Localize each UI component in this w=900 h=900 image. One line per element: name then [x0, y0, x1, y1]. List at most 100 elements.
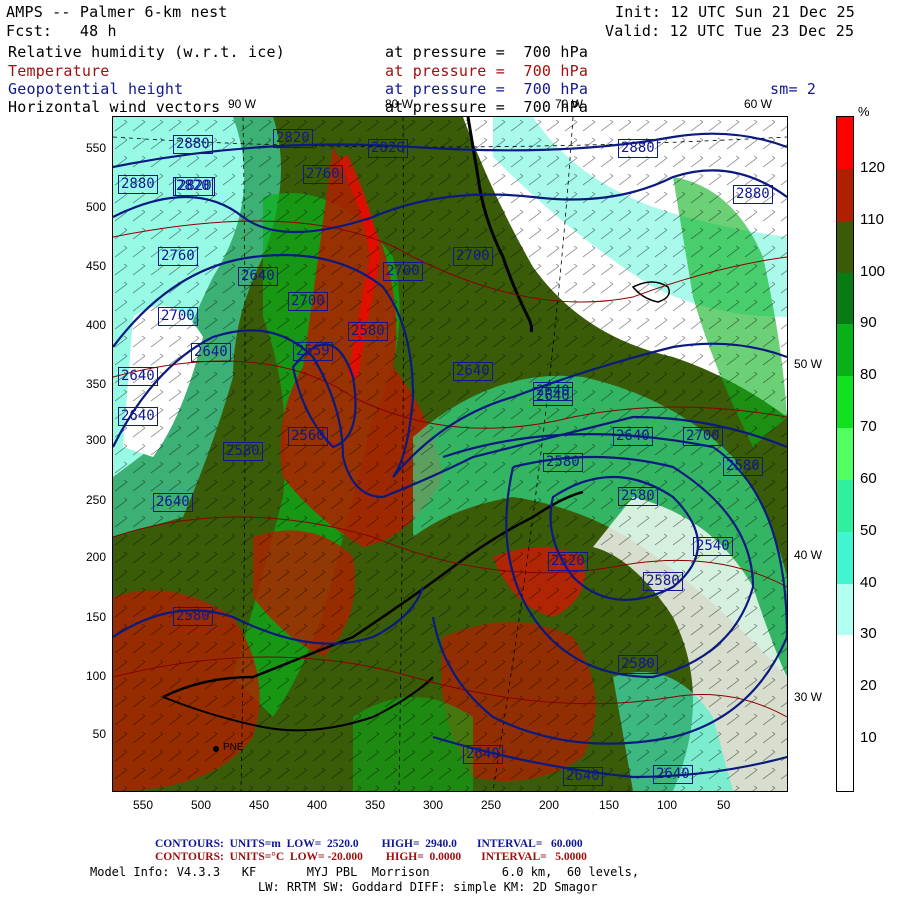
- footer-low: LOW= -20.000: [289, 851, 363, 863]
- footer-physics: LW: RRTM SW: Goddard DIFF: simple KM: 2D…: [258, 880, 598, 894]
- height-contour-label: 2880: [118, 175, 158, 194]
- colorbar-swatch: [837, 168, 853, 222]
- footer-model-info: Model Info: V4.3.3 KF MYJ PBL Morrison 6…: [90, 865, 640, 879]
- footer-contours-label: CONTOURS:: [155, 838, 224, 850]
- height-contour-label: 2640: [118, 407, 158, 426]
- height-contour-label: 2580: [173, 607, 213, 626]
- map-title: AMPS -- Palmer 6-km nest: [6, 3, 228, 21]
- y-tick-label: 400: [85, 318, 106, 332]
- y-tick-label: 450: [85, 259, 106, 273]
- height-contour-label: 2880: [733, 185, 773, 204]
- field-wind-name: Horizontal wind vectors: [8, 98, 221, 116]
- longitude-label: 80 W: [385, 97, 414, 111]
- rh-colorbar: [836, 116, 854, 792]
- height-contour-label: 2560: [288, 427, 328, 446]
- height-contour-label: 2760: [158, 247, 198, 266]
- height-contour-label: 2580: [618, 655, 658, 674]
- longitude-label: 70 W: [555, 97, 584, 111]
- field-rh-name: Relative humidity (w.r.t. ice): [8, 43, 285, 61]
- height-contour-label: 2700: [683, 427, 723, 446]
- footer-interval: INTERVAL= 5.0000: [481, 851, 587, 863]
- x-tick-label: 250: [481, 798, 502, 812]
- height-contour-label: 2580: [618, 487, 658, 506]
- height-contour-label: 2640: [613, 427, 653, 446]
- colorbar-swatch: [837, 220, 853, 274]
- x-tick-label: 500: [191, 798, 212, 812]
- y-tick-label: 350: [85, 377, 106, 391]
- footer-contours-temp: CONTOURS: UNITS=°C LOW= -20.000 HIGH= 0.…: [155, 851, 587, 863]
- height-contour-label: 2820: [175, 177, 215, 196]
- x-tick-label: 400: [307, 798, 328, 812]
- height-contour-label: 2640: [153, 493, 193, 512]
- colorbar-label: 60: [860, 469, 877, 487]
- map-canvas: [113, 117, 787, 791]
- height-contour-label: 2640: [563, 767, 603, 786]
- field-rh-level: at pressure = 700 hPa: [385, 43, 589, 61]
- y-tick-label: 300: [85, 433, 106, 447]
- height-contour-label: 2880: [173, 135, 213, 154]
- footer-low: LOW= 2520.0: [286, 838, 359, 850]
- x-tick-label: 450: [249, 798, 270, 812]
- colorbar-swatch: [837, 428, 853, 481]
- field-height-name: Geopotential height: [8, 80, 184, 98]
- height-contour-label: 2580: [543, 453, 583, 472]
- y-tick-label: 150: [85, 610, 106, 624]
- map-plot-area: 2880 2820 2820 2820 2880 2880 2880 2760 2820 2760…: [112, 116, 788, 792]
- height-contour-label: 2880: [618, 139, 658, 158]
- y-tick-label: 100: [85, 669, 106, 683]
- init-time: Init: 12 UTC Sun 21 Dec 25: [615, 3, 855, 21]
- y-tick-label: 250: [85, 493, 106, 507]
- height-contour-label: 2640: [463, 745, 503, 764]
- x-tick-label: 150: [599, 798, 620, 812]
- longitude-label: 50 W: [794, 357, 823, 371]
- colorbar-label: 100: [860, 262, 886, 280]
- colorbar-swatch: [837, 324, 853, 377]
- colorbar-label: 50: [860, 521, 877, 539]
- longitude-label: 40 W: [794, 548, 823, 562]
- height-contour-label: 2580: [223, 442, 263, 461]
- height-contour-label: 2820: [273, 129, 313, 148]
- field-temp-name: Temperature: [8, 62, 110, 80]
- colorbar-swatch: [837, 376, 853, 429]
- colorbar-label: 20: [860, 677, 877, 695]
- footer-high: HIGH= 0.0000: [385, 851, 462, 863]
- y-tick-label: 550: [85, 141, 106, 155]
- colorbar-swatch: [837, 272, 853, 325]
- x-tick-label: 350: [365, 798, 386, 812]
- y-tick-label: 50: [92, 727, 106, 741]
- colorbar-swatch: [837, 739, 853, 792]
- colorbar-label: 10: [860, 729, 877, 747]
- height-contour-label: 2700: [158, 307, 198, 326]
- height-contour-label: 2540: [693, 537, 733, 556]
- height-contour-label: 2700: [453, 247, 493, 266]
- colorbar-swatch: [837, 583, 853, 636]
- colorbar-label: 90: [860, 314, 877, 332]
- colorbar-label: 70: [860, 418, 877, 436]
- footer-contours-label: CONTOURS:: [155, 851, 224, 863]
- smoothing-label: sm= 2: [770, 80, 817, 98]
- x-tick-label: 100: [657, 798, 678, 812]
- colorbar-label: 80: [860, 366, 877, 384]
- height-contour-label: 2559: [293, 342, 333, 361]
- height-contour-label: 2580: [348, 322, 388, 341]
- valid-time: Valid: 12 UTC Tue 23 Dec 25: [605, 22, 855, 40]
- x-tick-label: 550: [133, 798, 154, 812]
- colorbar-unit: %: [858, 104, 870, 119]
- x-tick-label: 300: [423, 798, 444, 812]
- height-contour-label: 2640: [453, 362, 493, 381]
- colorbar-swatch: [837, 635, 853, 688]
- height-contour-label: 2700: [288, 292, 328, 311]
- forecast-hour: Fcst: 48 h: [6, 22, 117, 40]
- y-tick-label: 500: [85, 200, 106, 214]
- height-contour-label: 2580: [643, 572, 683, 591]
- station-label: PNE: [223, 742, 244, 753]
- colorbar-swatch: [837, 117, 853, 170]
- height-contour-label: 2640: [533, 382, 573, 401]
- height-contour-label: 2640: [191, 343, 231, 362]
- footer-units: UNITS=°C: [229, 851, 285, 863]
- x-tick-label: 50: [717, 798, 731, 812]
- height-contour-label: 2520: [548, 552, 588, 571]
- height-contour-label: 2580: [723, 457, 763, 476]
- x-tick-label: 200: [539, 798, 560, 812]
- colorbar-swatch: [837, 531, 853, 585]
